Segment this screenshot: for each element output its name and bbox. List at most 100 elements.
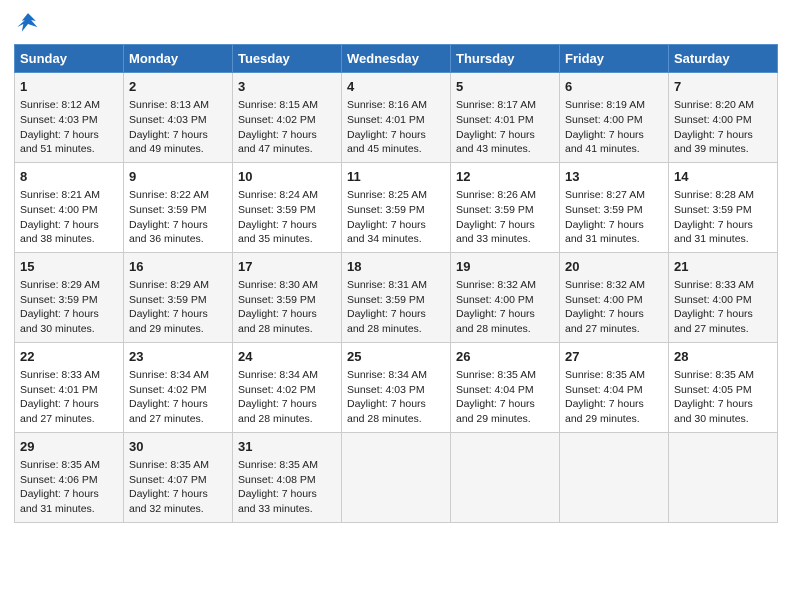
sunset-text: Sunset: 3:59 PM (238, 294, 316, 306)
calendar-cell: 24Sunrise: 8:34 AMSunset: 4:02 PMDayligh… (233, 342, 342, 432)
calendar-cell: 18 Sunrise: 8:31 AM Sunset: 3:59 PM Dayligh… (342, 252, 451, 342)
calendar-cell (342, 432, 451, 522)
day-number: 21 (674, 258, 772, 276)
sunset-text: Sunset: 4:00 PM (565, 114, 643, 126)
daylight-text: Daylight: 7 hours and 27 minutes. (565, 308, 644, 335)
sunrise-text: Sunrise: 8:17 AM (456, 99, 536, 111)
col-header-wednesday: Wednesday (342, 45, 451, 73)
calendar-cell: 10Sunrise: 8:24 AMSunset: 3:59 PMDayligh… (233, 162, 342, 252)
day-number: 3 (238, 78, 336, 96)
day-number: 24 (238, 348, 336, 366)
daylight-text: Daylight: 7 hours and 35 minutes. (238, 219, 317, 246)
daylight-text: Daylight: 7 hours and 39 minutes. (674, 129, 753, 156)
calendar-cell: 7Sunrise: 8:20 AMSunset: 4:00 PMDaylight… (669, 73, 778, 163)
daylight-text: Daylight: 7 hours and 33 minutes. (238, 488, 317, 515)
day-number: 7 (674, 78, 772, 96)
calendar-cell: 9Sunrise: 8:22 AMSunset: 3:59 PMDaylight… (124, 162, 233, 252)
day-number: 19 (456, 258, 554, 276)
sunrise-text: Sunrise: 8:20 AM (674, 99, 754, 111)
sunset-text: Sunset: 4:02 PM (238, 114, 316, 126)
sunset-text: Sunset: 4:02 PM (129, 384, 207, 396)
sunrise-text: Sunrise: 8:15 AM (238, 99, 318, 111)
daylight-text: Daylight: 7 hours and 28 minutes. (347, 308, 426, 335)
sunrise-text: Sunrise: 8:16 AM (347, 99, 427, 111)
day-number: 1 (20, 78, 118, 96)
calendar-cell: 31 Sunrise: 8:35 AM Sunset: 4:08 PM Dayligh… (233, 432, 342, 522)
day-number: 22 (20, 348, 118, 366)
daylight-text: Daylight: 7 hours and 29 minutes. (456, 398, 535, 425)
daylight-text: Daylight: 7 hours and 29 minutes. (129, 308, 208, 335)
day-number: 6 (565, 78, 663, 96)
sunset-text: Sunset: 3:59 PM (347, 204, 425, 216)
daylight-text: Daylight: 7 hours and 29 minutes. (565, 398, 644, 425)
daylight-text: Daylight: 7 hours and 36 minutes. (129, 219, 208, 246)
sunrise-text: Sunrise: 8:12 AM (20, 99, 100, 111)
calendar-cell: 22 Sunrise: 8:33 AM Sunset: 4:01 PM Dayligh… (15, 342, 124, 432)
day-number: 11 (347, 168, 445, 186)
sunset-text: Sunset: 4:07 PM (129, 474, 207, 486)
day-number: 31 (238, 438, 336, 456)
sunset-text: Sunset: 4:01 PM (456, 114, 534, 126)
sunset-text: Sunset: 4:01 PM (20, 384, 98, 396)
day-number: 18 (347, 258, 445, 276)
day-number: 10 (238, 168, 336, 186)
sunrise-text: Sunrise: 8:32 AM (565, 279, 645, 291)
calendar-cell: 2Sunrise: 8:13 AMSunset: 4:03 PMDaylight… (124, 73, 233, 163)
sunrise-text: Sunrise: 8:21 AM (20, 189, 100, 201)
sunrise-text: Sunrise: 8:33 AM (20, 369, 100, 381)
sunrise-text: Sunrise: 8:26 AM (456, 189, 536, 201)
day-number: 13 (565, 168, 663, 186)
daylight-text: Daylight: 7 hours and 38 minutes. (20, 219, 99, 246)
sunrise-text: Sunrise: 8:31 AM (347, 279, 427, 291)
sunset-text: Sunset: 4:03 PM (347, 384, 425, 396)
sunrise-text: Sunrise: 8:32 AM (456, 279, 536, 291)
sunset-text: Sunset: 3:59 PM (347, 294, 425, 306)
sunset-text: Sunset: 4:02 PM (238, 384, 316, 396)
calendar-cell: 29Sunrise: 8:35 AMSunset: 4:06 PMDayligh… (15, 432, 124, 522)
daylight-text: Daylight: 7 hours and 28 minutes. (238, 308, 317, 335)
calendar-cell: 23Sunrise: 8:34 AMSunset: 4:02 PMDayligh… (124, 342, 233, 432)
daylight-text: Daylight: 7 hours and 28 minutes. (456, 308, 535, 335)
daylight-text: Daylight: 7 hours and 51 minutes. (20, 129, 99, 156)
day-number: 30 (129, 438, 227, 456)
calendar-cell: 8 Sunrise: 8:21 AM Sunset: 4:00 PM Daylight… (15, 162, 124, 252)
calendar-cell (560, 432, 669, 522)
sunset-text: Sunset: 4:04 PM (565, 384, 643, 396)
calendar-cell (669, 432, 778, 522)
day-number: 2 (129, 78, 227, 96)
daylight-text: Daylight: 7 hours and 43 minutes. (456, 129, 535, 156)
daylight-text: Daylight: 7 hours and 27 minutes. (20, 398, 99, 425)
sunrise-text: Sunrise: 8:33 AM (674, 279, 754, 291)
calendar-cell: 21Sunrise: 8:33 AMSunset: 4:00 PMDayligh… (669, 252, 778, 342)
sunrise-text: Sunrise: 8:34 AM (129, 369, 209, 381)
sunrise-text: Sunrise: 8:35 AM (565, 369, 645, 381)
sunrise-text: Sunrise: 8:35 AM (238, 459, 318, 471)
calendar-cell: 26Sunrise: 8:35 AMSunset: 4:04 PMDayligh… (451, 342, 560, 432)
sunrise-text: Sunrise: 8:13 AM (129, 99, 209, 111)
sunrise-text: Sunrise: 8:34 AM (238, 369, 318, 381)
sunset-text: Sunset: 4:01 PM (347, 114, 425, 126)
col-header-monday: Monday (124, 45, 233, 73)
col-header-sunday: Sunday (15, 45, 124, 73)
day-number: 20 (565, 258, 663, 276)
day-number: 25 (347, 348, 445, 366)
sunset-text: Sunset: 4:05 PM (674, 384, 752, 396)
sunset-text: Sunset: 4:00 PM (20, 204, 98, 216)
sunset-text: Sunset: 3:59 PM (20, 294, 98, 306)
sunrise-text: Sunrise: 8:27 AM (565, 189, 645, 201)
daylight-text: Daylight: 7 hours and 31 minutes. (565, 219, 644, 246)
sunset-text: Sunset: 3:59 PM (129, 204, 207, 216)
day-number: 26 (456, 348, 554, 366)
day-number: 28 (674, 348, 772, 366)
calendar-cell (451, 432, 560, 522)
day-number: 8 (20, 168, 118, 186)
calendar-cell: 5Sunrise: 8:17 AMSunset: 4:01 PMDaylight… (451, 73, 560, 163)
sunset-text: Sunset: 3:59 PM (674, 204, 752, 216)
calendar-cell: 25Sunrise: 8:34 AMSunset: 4:03 PMDayligh… (342, 342, 451, 432)
sunset-text: Sunset: 4:08 PM (238, 474, 316, 486)
col-header-tuesday: Tuesday (233, 45, 342, 73)
sunrise-text: Sunrise: 8:28 AM (674, 189, 754, 201)
day-number: 15 (20, 258, 118, 276)
daylight-text: Daylight: 7 hours and 33 minutes. (456, 219, 535, 246)
sunset-text: Sunset: 4:00 PM (565, 294, 643, 306)
